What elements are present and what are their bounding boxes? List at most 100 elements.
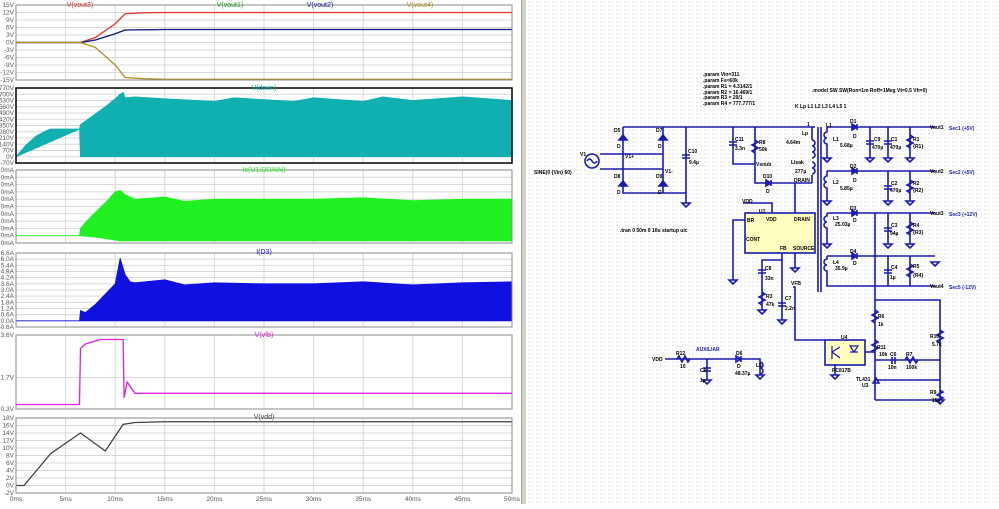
component-label: Vsnub xyxy=(756,162,771,168)
component-label: VDD xyxy=(742,199,753,205)
component-label: 4.64m xyxy=(786,140,801,146)
trace-title[interactable]: V(vout3) xyxy=(67,2,93,9)
trace-title[interactable]: V(vout1) xyxy=(217,2,243,9)
component-label: R12 xyxy=(676,351,685,357)
component-label: D xyxy=(853,134,857,140)
net-vout2: Vout2 xyxy=(930,169,944,175)
y-tick-label: -12V xyxy=(0,70,14,77)
component-label: 15k xyxy=(932,398,941,404)
trace-title[interactable]: I(D3) xyxy=(256,249,272,256)
component-label: 1 xyxy=(807,122,810,128)
y-tick-label: -3V xyxy=(4,47,15,54)
u4-optocoupler[interactable] xyxy=(824,339,866,366)
plot-pane-2[interactable]: 770V700V630V560V490V420V350V280V210V140V… xyxy=(0,85,513,167)
y-tick-label: -6V xyxy=(4,55,15,62)
component-label: D2 xyxy=(850,164,857,170)
plot-pane-3[interactable]: 0mA0mA0mA0mA0mA0mA0mA0mA0mA0mA0mAIx(U1:D… xyxy=(1,167,513,247)
y-tick-label: 0mA xyxy=(1,167,15,174)
net-sec5: Sec5 (-12V) xyxy=(949,285,976,291)
x-tick-label: 35ms xyxy=(355,496,372,503)
component-label: U1 xyxy=(759,209,766,215)
x-tick-label: 30ms xyxy=(306,496,323,503)
component-label: U4 xyxy=(841,335,848,341)
param-r4[interactable]: .param R4 = 777.777/1 xyxy=(703,101,755,107)
component-label: {R2} xyxy=(913,188,923,194)
output-net-labels: Vout1 Sec1 (+5V) Vout2 Sec2 (+5V) Vout3 … xyxy=(930,125,978,291)
y-tick-label: 0mA xyxy=(1,189,15,196)
y-tick-label: 3V xyxy=(6,32,15,39)
plot-pane-1[interactable]: 15V12V9V6V3V0V-3V-6V-9V-12V-15V V(vout3) V… xyxy=(0,2,513,84)
component-label: R9 xyxy=(930,390,937,396)
component-label: L5 xyxy=(756,363,762,369)
component-label: D xyxy=(766,189,770,195)
tran-directive[interactable]: .tran 0 50m 0 10u startup uic xyxy=(620,228,688,234)
y-tick-label: 0mA xyxy=(1,240,15,247)
component-label: C3 xyxy=(891,223,898,229)
component-label: 50k xyxy=(759,147,768,153)
y-tick-label: 0.3V xyxy=(1,406,15,413)
trace-title[interactable]: V(drain) xyxy=(252,85,277,92)
waveform-plots[interactable]: 15V12V9V6V3V0V-3V-6V-9V-12V-15VV(vout3) V… xyxy=(0,0,521,504)
component-label: R4 xyxy=(913,223,920,229)
y-tick-label: 0mA xyxy=(1,174,15,181)
trace-title[interactable]: V(vout4) xyxy=(407,2,433,9)
waveform-viewer[interactable]: 15V 12V 9V 6V 3V 0V -3V -6V -9V -12V -15V V(vout3) V… xyxy=(0,0,521,504)
coupling-directive[interactable]: K Lp L1 L2 L3 L4 L5 1 xyxy=(795,104,847,110)
trace-v-drain-[interactable] xyxy=(15,91,513,158)
source-labels: V1 SINE(0 {Vin} 60) V1+ V1- xyxy=(534,152,673,176)
component-label: 470µ xyxy=(872,145,883,151)
component-label: L1 xyxy=(826,123,832,129)
component-label: VDD xyxy=(766,217,777,223)
x-tick-label: 10ms xyxy=(107,496,124,503)
y-tick-label: 10V xyxy=(2,445,14,452)
component-label: C11 xyxy=(735,137,744,143)
component-label: 35.9µ xyxy=(835,266,848,272)
trace-title[interactable]: V(vfb) xyxy=(255,332,274,339)
component-label: V1+ xyxy=(625,154,634,160)
component-label: 10k xyxy=(879,352,888,358)
component-label: 33n xyxy=(765,276,774,282)
trace-title[interactable]: V(vdd) xyxy=(254,414,275,421)
x-tick-label: 0ms xyxy=(10,496,23,503)
trace-title[interactable]: V(vout2) xyxy=(307,2,333,9)
y-tick-label: -15V xyxy=(0,77,14,84)
component-label: 1µ xyxy=(700,378,706,384)
component-label: V1- xyxy=(665,169,673,175)
plot-pane-5[interactable]: 3.6V 1.7V 0.3V V(vfb) xyxy=(1,332,513,413)
component-label: DRAIN xyxy=(794,217,810,223)
x-tick-label: 40ms xyxy=(405,496,422,503)
y-tick-label: 18V xyxy=(2,415,14,422)
component-label: {R3} xyxy=(913,230,923,236)
component-label: SOURCE xyxy=(793,246,815,252)
component-label: C2 xyxy=(891,181,898,187)
net-sec3: Sec3 (+12V) xyxy=(949,212,978,218)
y-tick-label: 0V xyxy=(6,40,15,47)
component-label: 470µ xyxy=(890,145,901,151)
component-label: {R1} xyxy=(913,144,923,150)
component-label: V1 xyxy=(580,152,586,158)
component-label: D xyxy=(853,261,857,267)
model-directive[interactable]: .model SW SW(Ron=1m Roff=1Meg Vt=0.5 Vh=… xyxy=(812,88,927,94)
component-label: 100k xyxy=(906,365,917,371)
trace-title[interactable]: Ix(U1:DRAIN) xyxy=(243,167,286,174)
x-tick-label: 20ms xyxy=(206,496,223,503)
y-tick-label: 4V xyxy=(6,468,15,475)
y-tick-label: 3.6V xyxy=(1,332,15,339)
component-label: 2.2n xyxy=(785,306,795,312)
x-tick-label: 50ms xyxy=(504,496,521,503)
y-tick-label: 0mA xyxy=(1,204,15,211)
component-label: SINE(0 {Vin} 60) xyxy=(534,170,572,176)
schematic-editor[interactable]: .param Vin=311 .param Fs=60k .param R1 =… xyxy=(527,0,999,504)
x-tick-label: 25ms xyxy=(256,496,273,503)
plot-pane-4[interactable]: 6.6A6.0A5.4A4.8A4.2A3.6A3.0A2.4A1.8A1.2A… xyxy=(0,249,513,331)
plot-pane-6[interactable]: 18V16V14V12V10V8V6V4V2V0V-2VV(vdd) xyxy=(2,414,513,497)
component-label: DRAIN xyxy=(794,178,810,184)
net-vout1: Vout1 xyxy=(930,125,944,131)
y-tick-label: -0.6A xyxy=(0,324,15,331)
y-tick-label: -9V xyxy=(4,62,15,69)
schematic-canvas[interactable]: .param Vin=311 .param Fs=60k .param R1 =… xyxy=(527,0,999,504)
component-label: R10 xyxy=(930,334,939,340)
component-label: VFB xyxy=(791,281,801,287)
y-tick-label: 2V xyxy=(6,475,15,482)
x-tick-label: 5ms xyxy=(59,496,72,503)
